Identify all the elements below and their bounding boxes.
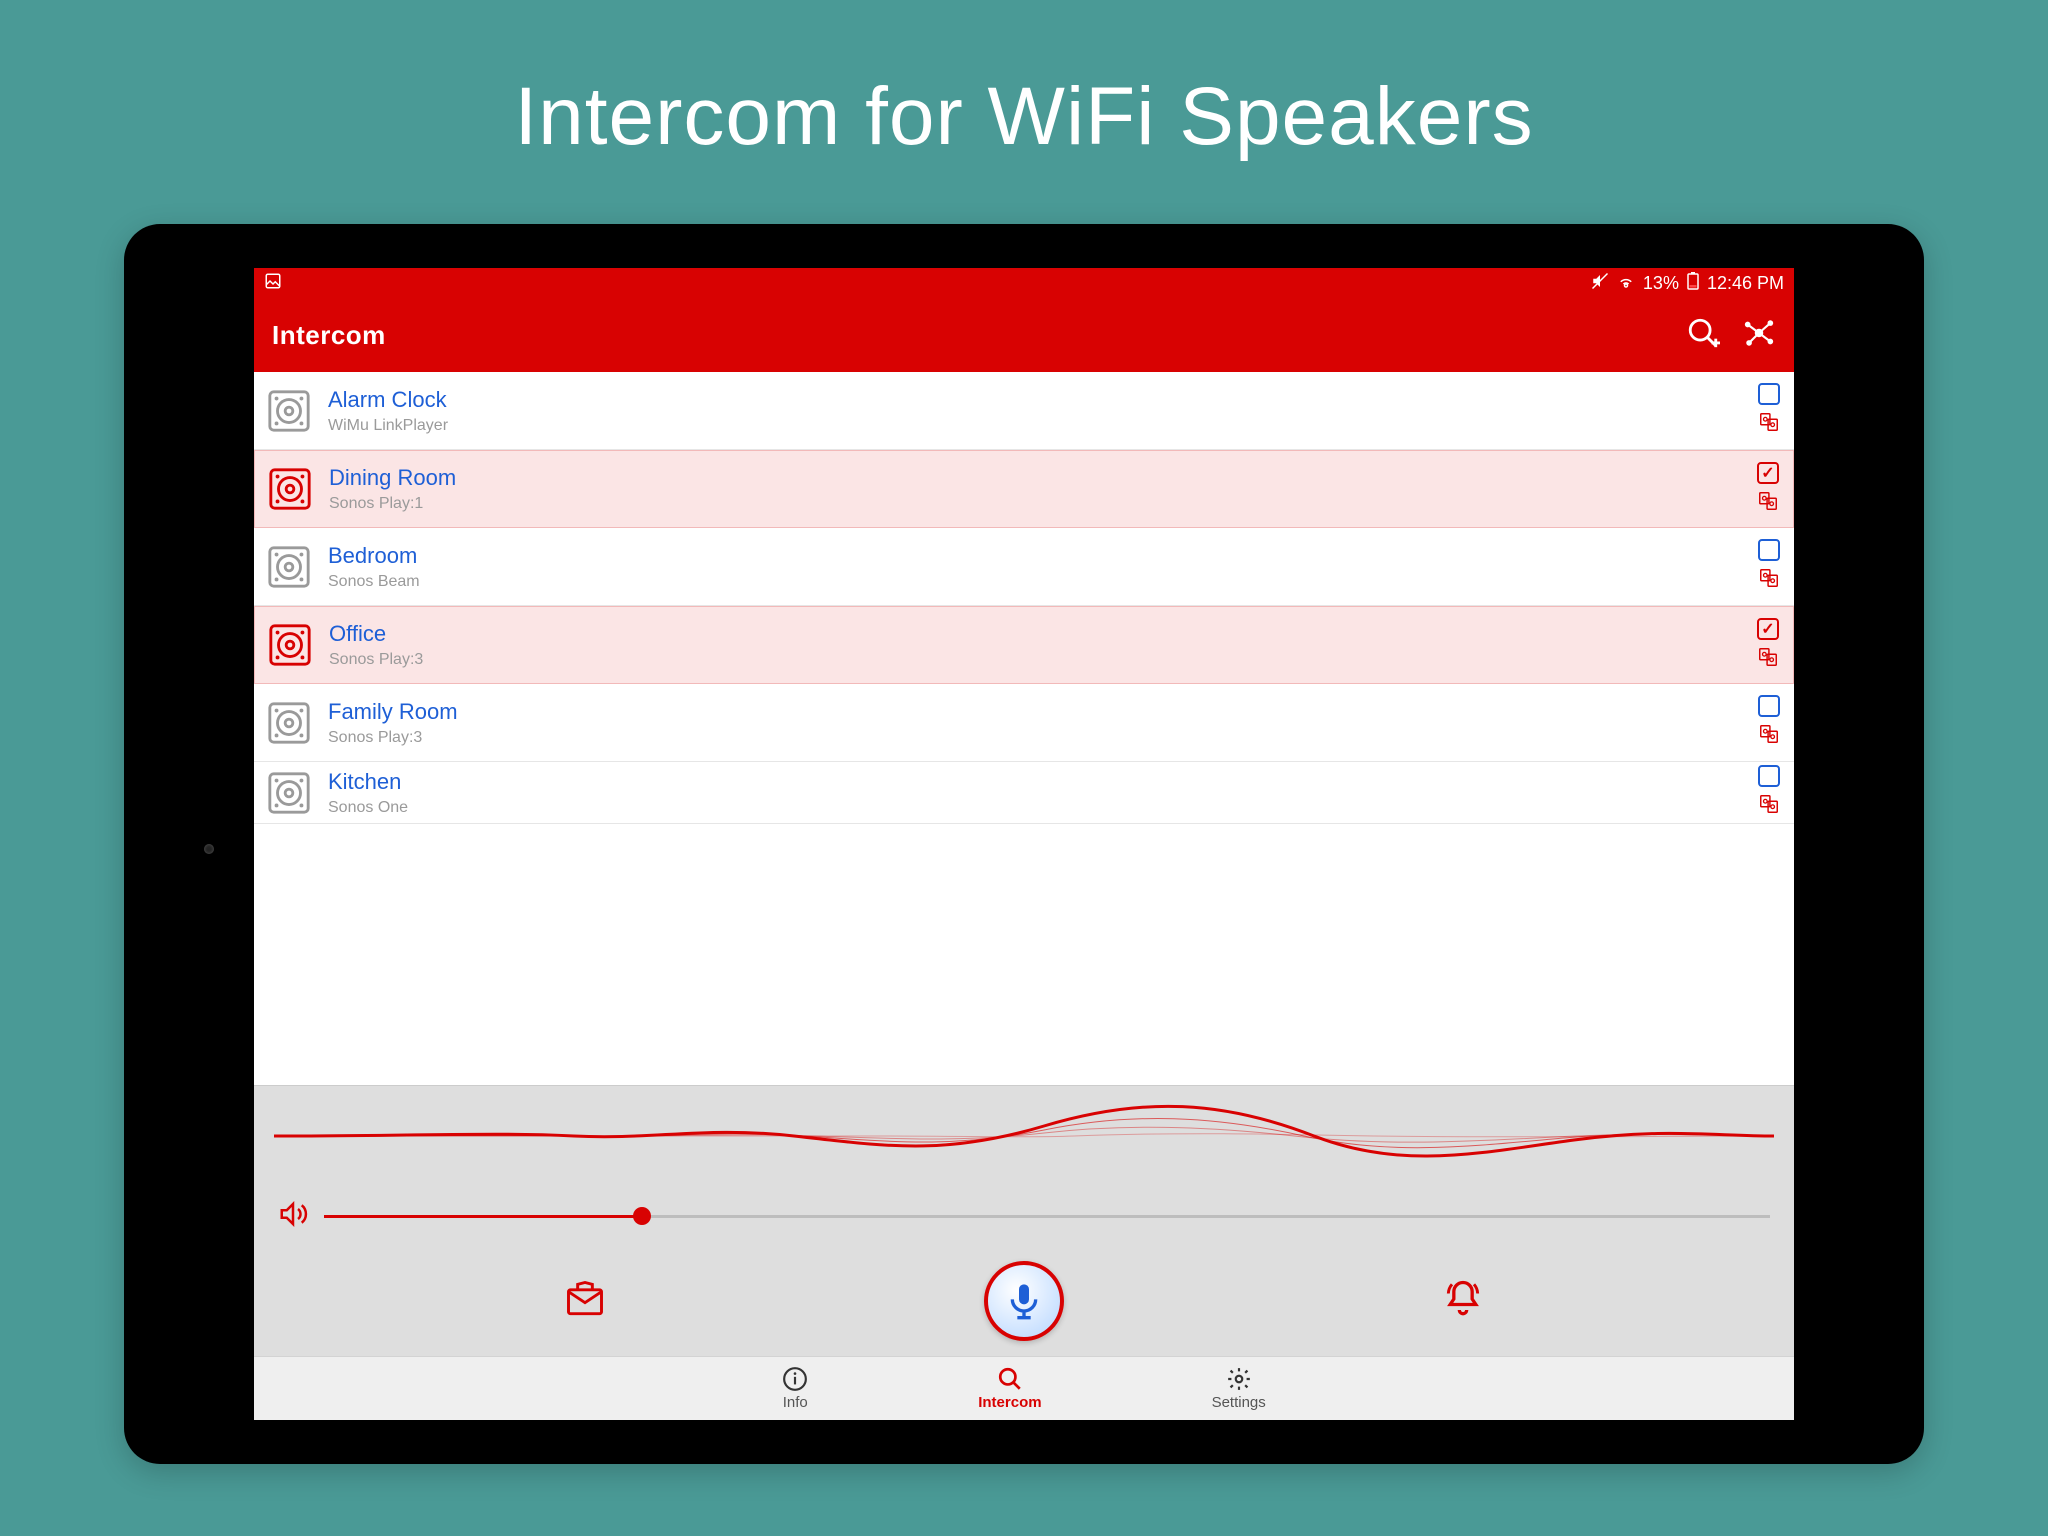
group-icon[interactable] [1757,646,1779,673]
group-icon[interactable] [1758,411,1780,438]
nav-info[interactable]: Info [782,1366,808,1411]
status-bar: 13% 12:46 PM [254,268,1794,298]
message-button[interactable] [563,1277,607,1326]
app-title: Intercom [272,320,386,351]
group-icon[interactable] [1758,567,1780,594]
speaker-row[interactable]: Alarm Clock WiMu LinkPlayer [254,372,1794,450]
tablet-frame: 13% 12:46 PM Intercom [124,224,1924,1464]
speaker-model: Sonos One [328,799,1758,817]
speaker-icon [265,620,315,670]
bottom-nav: Info Intercom Settings [254,1356,1794,1420]
mute-icon [1591,272,1609,295]
group-icon[interactable] [1757,490,1779,517]
select-checkbox[interactable] [1757,462,1779,484]
nav-intercom-label: Intercom [978,1394,1041,1411]
speaker-model: Sonos Play:1 [329,495,1757,513]
wifi-icon [1617,272,1635,295]
speaker-name: Alarm Clock [328,387,1758,413]
speaker-icon [265,464,315,514]
nav-settings[interactable]: Settings [1212,1366,1266,1411]
speaker-model: Sonos Play:3 [328,729,1758,747]
speaker-name: Dining Room [329,465,1757,491]
speaker-name: Bedroom [328,543,1758,569]
speaker-icon [264,386,314,436]
speaker-icon [264,768,314,818]
status-time: 12:46 PM [1707,273,1784,294]
speaker-icon [264,698,314,748]
microphone-button[interactable] [984,1261,1064,1341]
screen: 13% 12:46 PM Intercom [254,268,1794,1420]
speaker-model: WiMu LinkPlayer [328,417,1758,435]
select-checkbox[interactable] [1758,695,1780,717]
group-icon[interactable] [1758,793,1780,820]
bottom-panel [254,1085,1794,1356]
waveform-display [254,1086,1794,1186]
nav-info-label: Info [783,1394,808,1411]
speaker-name: Kitchen [328,769,1758,795]
image-icon [264,272,282,295]
volume-slider[interactable] [324,1215,1770,1218]
volume-icon [278,1199,308,1234]
speaker-row[interactable]: Bedroom Sonos Beam [254,528,1794,606]
speaker-row[interactable]: Family Room Sonos Play:3 [254,684,1794,762]
group-icon[interactable] [1758,723,1780,750]
speaker-row[interactable]: Office Sonos Play:3 [254,606,1794,684]
select-checkbox[interactable] [1758,383,1780,405]
select-checkbox[interactable] [1758,539,1780,561]
select-checkbox[interactable] [1758,765,1780,787]
speaker-row[interactable]: Dining Room Sonos Play:1 [254,450,1794,528]
select-checkbox[interactable] [1757,618,1779,640]
speaker-name: Office [329,621,1757,647]
speaker-list[interactable]: Alarm Clock WiMu LinkPlayer Dining Room … [254,372,1794,1085]
page-title: Intercom for WiFi Speakers [514,70,1533,164]
speaker-model: Sonos Beam [328,573,1758,591]
battery-percent: 13% [1643,273,1679,294]
search-add-icon[interactable] [1686,316,1720,355]
speaker-model: Sonos Play:3 [329,651,1757,669]
network-icon[interactable] [1742,316,1776,355]
bell-button[interactable] [1441,1277,1485,1326]
app-header: Intercom [254,298,1794,372]
speaker-row[interactable]: Kitchen Sonos One [254,762,1794,824]
camera-dot [204,844,214,854]
speaker-name: Family Room [328,699,1758,725]
speaker-icon [264,542,314,592]
nav-settings-label: Settings [1212,1394,1266,1411]
nav-intercom[interactable]: Intercom [978,1366,1041,1411]
battery-icon [1687,272,1699,295]
